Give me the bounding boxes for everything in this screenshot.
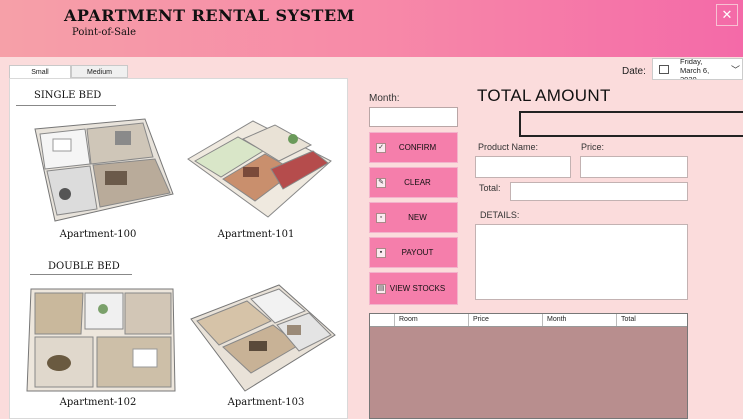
product-name-label: Product Name: [478,142,539,152]
details-label: DETAILS: [480,210,520,220]
date-label: Date: [622,66,646,77]
apartment-101-image[interactable] [183,109,333,227]
total-amount-title: TOTAL AMOUNT [477,86,611,105]
tab-medium[interactable]: Medium [71,65,128,78]
calendar-icon [659,65,669,74]
app-subtitle: Point-of-Sale [72,27,137,38]
new-icon: ▫ [376,212,386,223]
close-icon: ✕ [721,7,733,22]
double-bed-heading: DOUBLE BED [48,261,120,272]
row-header-corner [370,314,394,326]
new-button[interactable]: ▫ NEW [369,202,458,233]
rentals-table[interactable]: Room Price Month Total [369,313,688,419]
column-header-room[interactable]: Room [394,314,468,326]
product-name-field[interactable] [475,156,571,178]
date-picker[interactable]: Friday, March 6, 2020 ﹀ [652,58,743,80]
date-value: Friday, March 6, 2020 [680,58,710,80]
stocks-icon: ▤ [376,283,386,294]
view-stocks-button-label: VIEW STOCKS [389,284,446,293]
apartment-gallery: SINGLE BED Apartment-100 Apartment-101 D… [9,78,348,419]
column-header-total[interactable]: Total [616,314,687,326]
tab-small[interactable]: Small [9,65,71,79]
apartment-101-label: Apartment-101 [217,229,295,240]
apartment-103-label: Apartment-103 [227,397,305,408]
new-button-label: NEW [408,213,427,222]
single-bed-heading: SINGLE BED [34,90,102,101]
total-field[interactable] [510,182,688,201]
payout-button[interactable]: ▪ PAYOUT [369,237,458,268]
price-label: Price: [581,142,605,152]
confirm-button[interactable]: ✓ CONFIRM [369,132,458,163]
confirm-button-label: CONFIRM [398,143,437,152]
column-header-price[interactable]: Price [468,314,542,326]
apartment-102-image[interactable] [23,279,178,397]
clear-button-label: CLEAR [404,178,431,187]
price-field[interactable] [580,156,688,178]
apartment-100-image[interactable] [25,109,175,227]
clear-icon: ✎ [376,177,386,188]
month-input[interactable] [369,107,458,127]
close-button[interactable]: ✕ [716,4,738,26]
check-icon: ✓ [376,142,386,153]
apartment-103-image[interactable] [187,279,337,397]
apartment-100-label: Apartment-100 [59,229,137,240]
total-amount-display [519,111,743,137]
apartment-102-label: Apartment-102 [59,397,137,408]
table-header: Room Price Month Total [370,314,687,327]
app-title: APARTMENT RENTAL SYSTEM [64,6,355,25]
divider [30,274,132,275]
view-stocks-button[interactable]: ▤ VIEW STOCKS [369,272,458,305]
column-header-month[interactable]: Month [542,314,616,326]
divider [16,105,116,106]
chevron-down-icon: ﹀ [730,65,740,75]
total-label: Total: [479,183,501,193]
clear-button[interactable]: ✎ CLEAR [369,167,458,198]
month-label: Month: [369,93,400,104]
details-textarea[interactable] [475,224,688,300]
payout-button-label: PAYOUT [401,248,434,257]
payout-icon: ▪ [376,247,386,258]
